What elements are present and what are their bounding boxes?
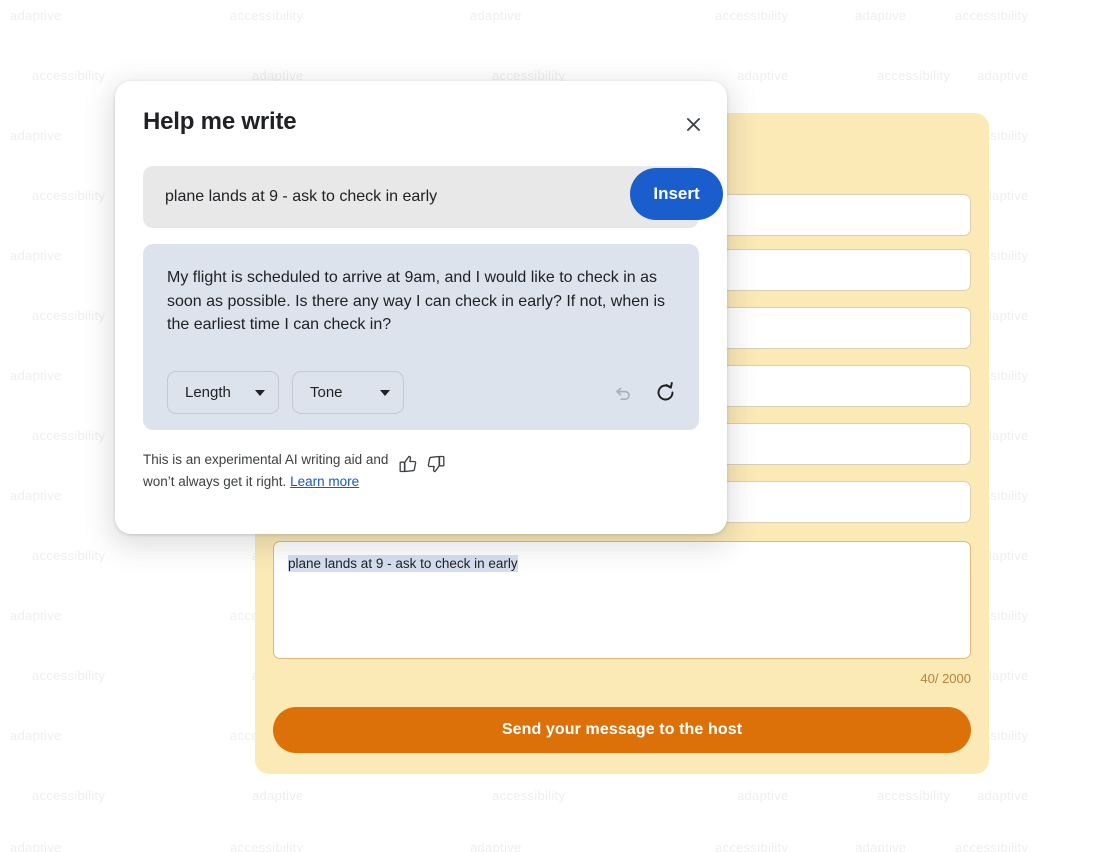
- close-icon[interactable]: [676, 107, 710, 141]
- insert-button[interactable]: Insert: [630, 168, 723, 220]
- background-watermark-text: adaptive: [10, 8, 62, 23]
- send-message-button[interactable]: Send your message to the host: [273, 707, 971, 753]
- background-watermark-text: adaptive: [855, 840, 907, 852]
- background-watermark-text: accessibility: [32, 188, 106, 203]
- background-watermark-text: adaptive: [10, 128, 62, 143]
- background-watermark-text: adaptive: [977, 68, 1029, 83]
- length-dropdown-label: Length: [185, 384, 231, 401]
- disclaimer-text: This is an experimental AI writing aid a…: [143, 449, 388, 493]
- background-watermark-text: accessibility: [877, 68, 951, 83]
- suggestion-box: My flight is scheduled to arrive at 9am,…: [143, 244, 699, 430]
- background-watermark-text: accessibility: [32, 668, 106, 683]
- background-watermark-text: accessibility: [492, 788, 566, 803]
- prompt-text: plane lands at 9 - ask to check in early: [165, 188, 438, 205]
- character-counter: 40/ 2000: [920, 671, 971, 686]
- length-dropdown[interactable]: Length: [167, 371, 279, 414]
- background-watermark-text: adaptive: [855, 8, 907, 23]
- thumbs-down-icon[interactable]: [422, 450, 450, 478]
- prompt-box[interactable]: plane lands at 9 - ask to check in early: [143, 166, 699, 228]
- dialog-footer: This is an experimental AI writing aid a…: [143, 449, 703, 493]
- background-watermark-text: accessibility: [955, 8, 1029, 23]
- background-watermark-text: adaptive: [10, 728, 62, 743]
- suggestion-text: My flight is scheduled to arrive at 9am,…: [167, 269, 666, 334]
- background-watermark-text: adaptive: [10, 248, 62, 263]
- background-watermark-text: adaptive: [977, 788, 1029, 803]
- background-watermark-text: accessibility: [877, 788, 951, 803]
- background-watermark-text: accessibility: [955, 840, 1029, 852]
- background-watermark-text: accessibility: [230, 840, 304, 852]
- background-watermark-text: accessibility: [32, 548, 106, 563]
- feedback-controls: [394, 449, 450, 478]
- tone-dropdown-label: Tone: [310, 384, 343, 401]
- host-message-text: plane lands at 9 - ask to check in early: [288, 555, 518, 572]
- background-watermark-text: accessibility: [32, 308, 106, 323]
- background-watermark-text: adaptive: [737, 68, 789, 83]
- chevron-down-icon: [255, 389, 265, 396]
- background-watermark-text: adaptive: [10, 608, 62, 623]
- learn-more-link[interactable]: Learn more: [290, 474, 359, 489]
- disclaimer-line-2: won’t always get it right.: [143, 473, 291, 489]
- background-watermark-text: accessibility: [715, 8, 789, 23]
- background-watermark-text: adaptive: [470, 8, 522, 23]
- undo-icon[interactable]: [607, 377, 639, 409]
- background-watermark-text: accessibility: [32, 428, 106, 443]
- background-watermark-text: adaptive: [10, 840, 62, 852]
- background-watermark-text: accessibility: [32, 788, 106, 803]
- dialog-title: Help me write: [143, 108, 297, 135]
- host-message-textarea[interactable]: plane lands at 9 - ask to check in early: [273, 541, 971, 659]
- background-watermark-text: accessibility: [715, 840, 789, 852]
- help-me-write-dialog: Help me write plane lands at 9 - ask to …: [115, 81, 727, 534]
- background-watermark-text: accessibility: [32, 68, 106, 83]
- disclaimer-line-1: This is an experimental AI writing aid a…: [143, 452, 389, 467]
- tone-dropdown[interactable]: Tone: [292, 371, 404, 414]
- background-watermark-text: adaptive: [470, 840, 522, 852]
- background-watermark-text: adaptive: [10, 368, 62, 383]
- background-watermark-text: accessibility: [230, 8, 304, 23]
- background-watermark-text: adaptive: [252, 788, 304, 803]
- suggestion-controls: Length Tone: [167, 371, 681, 414]
- chevron-down-icon: [380, 389, 390, 396]
- refresh-icon[interactable]: [649, 377, 681, 409]
- background-watermark-text: adaptive: [10, 488, 62, 503]
- background-watermark-text: adaptive: [737, 788, 789, 803]
- thumbs-up-icon[interactable]: [394, 450, 422, 478]
